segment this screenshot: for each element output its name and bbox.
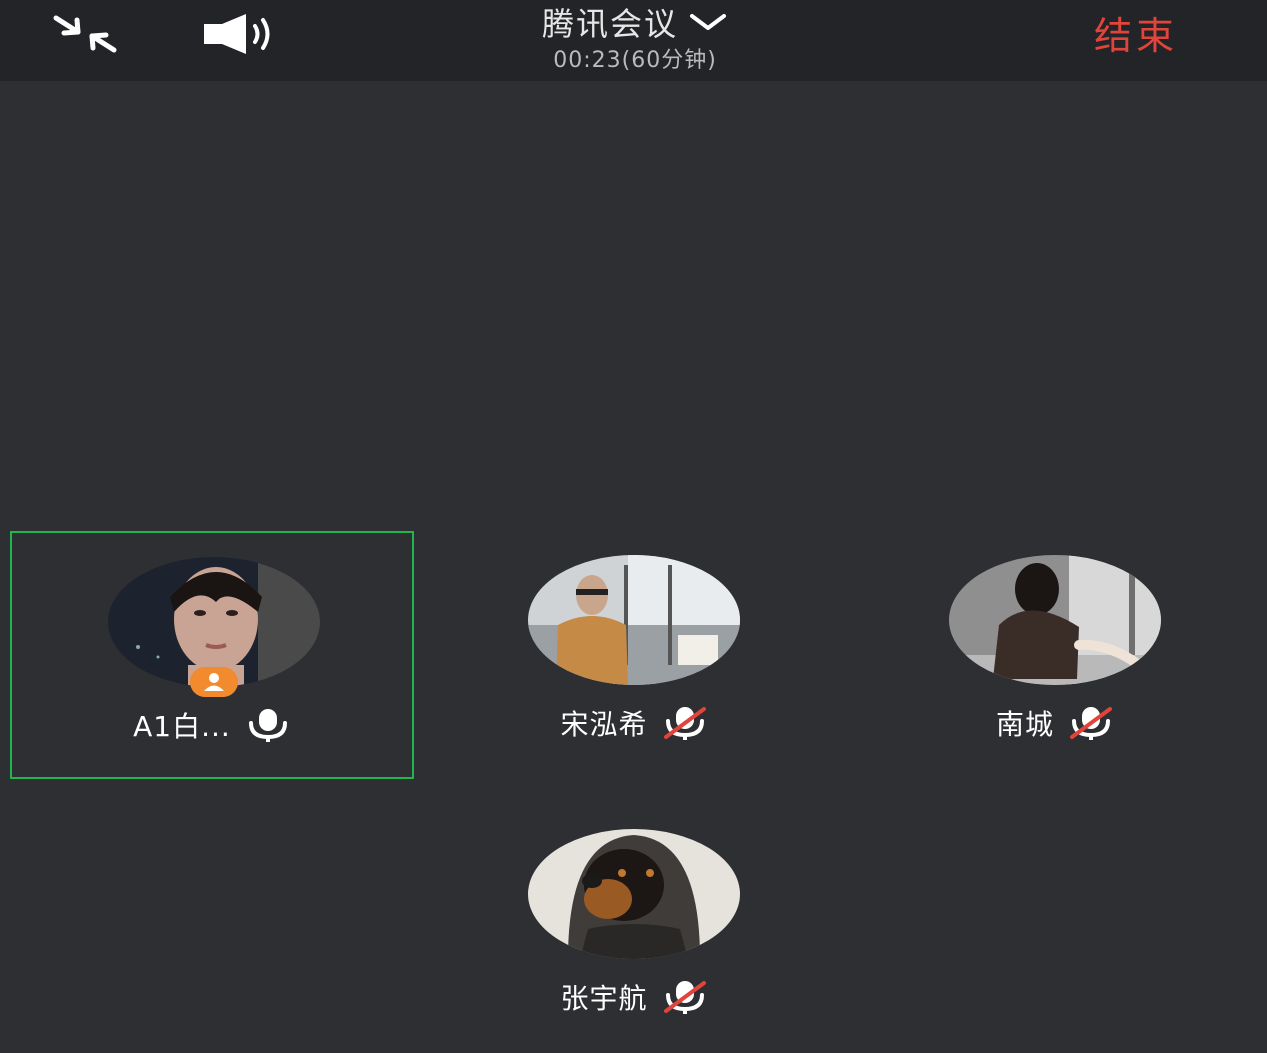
top-bar: 腾讯会议 00:23(60分钟) 结束 (0, 0, 1267, 81)
participant-tile[interactable]: 张宇航 (432, 805, 836, 1053)
participant-name: 张宇航 (560, 982, 648, 1015)
microphone-muted-icon (1070, 707, 1112, 740)
meeting-title-area[interactable]: 腾讯会议 00:23(60分钟) (420, 0, 850, 81)
meeting-title[interactable]: 腾讯会议 (542, 0, 678, 45)
avatar (949, 555, 1161, 685)
end-meeting-button[interactable]: 结束 (1094, 10, 1214, 62)
speaker-icon[interactable] (200, 12, 280, 56)
chevron-down-icon[interactable] (688, 10, 728, 34)
avatar (528, 555, 740, 685)
participant-name: 宋泓希 (560, 708, 648, 741)
host-badge-icon (190, 667, 238, 697)
participant-tile[interactable]: A1白... (10, 531, 414, 779)
participant-name: A1白... (133, 710, 231, 743)
participant-tile[interactable]: 宋泓希 (432, 531, 836, 779)
microphone-muted-icon (663, 707, 706, 740)
minimize-icon[interactable] (50, 12, 120, 56)
avatar (528, 829, 740, 959)
participant-grid: A1白... 宋泓希 南城 张宇航 (0, 81, 1267, 1040)
meeting-timer: 00:23(60分钟) (553, 48, 717, 73)
microphone-muted-icon (663, 981, 706, 1014)
participant-name: 南城 (995, 708, 1054, 741)
microphone-icon (248, 709, 287, 742)
participant-tile[interactable]: 南城 (853, 531, 1257, 779)
